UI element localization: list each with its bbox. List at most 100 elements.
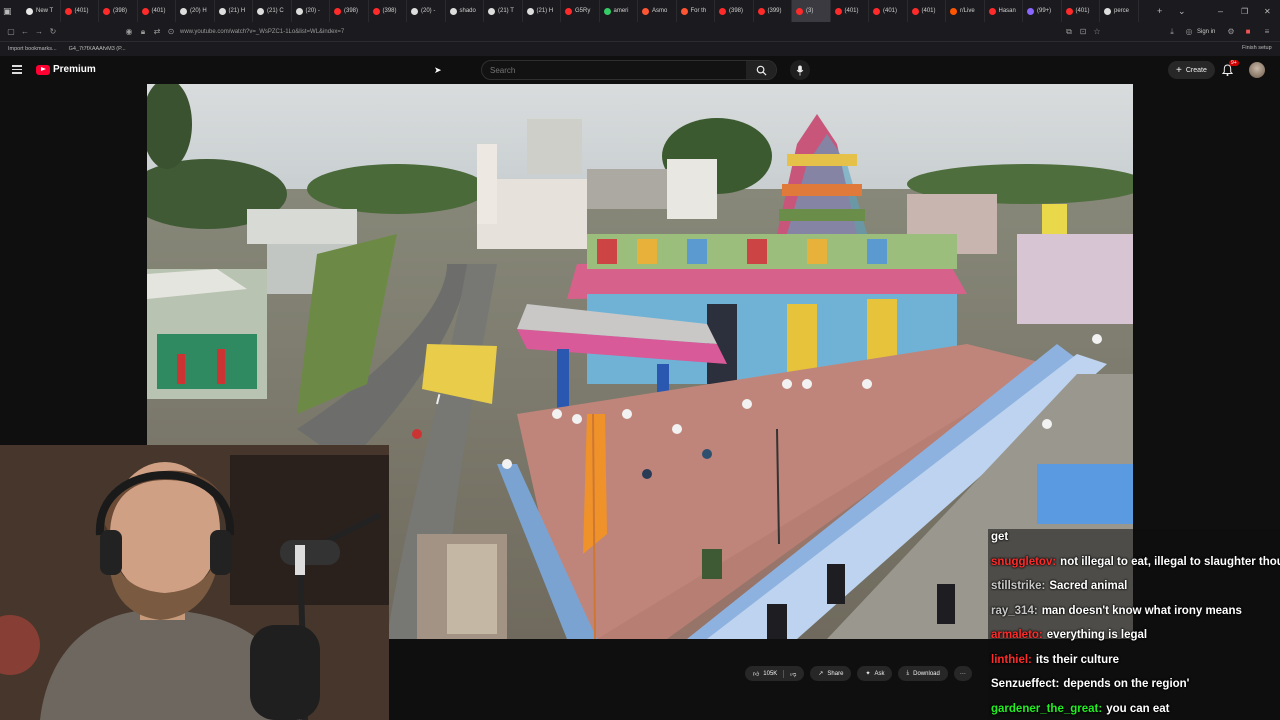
chat-message: gardener_the_great: you can eat: [991, 703, 1170, 715]
extensions-icon[interactable]: ⚙: [1224, 27, 1238, 36]
voice-search-button[interactable]: [790, 60, 810, 80]
close-window-button[interactable]: ✕: [1264, 0, 1271, 22]
extension-badge-icon[interactable]: ■: [1241, 27, 1255, 36]
browser-tab[interactable]: (399): [754, 0, 792, 22]
forward-button[interactable]: →: [32, 27, 46, 36]
ask-label: Ask: [874, 670, 885, 677]
browser-tab[interactable]: For th: [677, 0, 715, 22]
search-button[interactable]: [746, 61, 776, 79]
screenshot-icon[interactable]: ⧉: [1062, 27, 1076, 37]
thumbs-down-icon: 👎︎: [790, 671, 797, 678]
tab-favicon-icon: [334, 7, 341, 15]
sidebar-toggle-icon[interactable]: ▢: [4, 27, 18, 36]
url-field[interactable]: www.youtube.com/watch?v=_WsPZC1-1Lo&list…: [180, 29, 344, 35]
share-button[interactable]: ↗ Share: [810, 666, 852, 681]
site-info-icon[interactable]: ⇄: [150, 27, 164, 36]
tab-label: G5Ry: [575, 8, 591, 14]
browser-tab[interactable]: (398): [715, 0, 754, 22]
browser-tab[interactable]: (401): [61, 0, 99, 22]
browser-tab[interactable]: (20) H: [176, 0, 215, 22]
like-count: 105K: [763, 670, 778, 677]
browser-tab[interactable]: (401): [831, 0, 869, 22]
tab-label: (398): [729, 8, 744, 14]
browser-tab[interactable]: (21) H: [215, 0, 253, 22]
tab-label: For th: [690, 8, 707, 14]
browser-tab[interactable]: shado: [446, 0, 484, 22]
tab-label: (20) H: [190, 8, 207, 14]
browser-tab[interactable]: r/Live: [946, 0, 985, 22]
tab-favicon-icon: [950, 7, 957, 15]
browser-tab[interactable]: (401): [138, 0, 176, 22]
hamburger-menu-icon[interactable]: [12, 65, 22, 74]
chat-username: Senzueffect:: [991, 678, 1060, 690]
more-actions-button[interactable]: ···: [953, 666, 972, 681]
browser-tab[interactable]: (3): [792, 0, 831, 22]
tab-favicon-icon: [988, 7, 996, 15]
tab-favicon-icon: [1104, 7, 1111, 15]
minimize-button[interactable]: –: [1218, 0, 1223, 22]
browser-tab[interactable]: (21) H: [523, 0, 561, 22]
browser-tab[interactable]: Hasan: [985, 0, 1023, 22]
browser-tab[interactable]: (398): [330, 0, 369, 22]
browser-tab[interactable]: (401): [908, 0, 946, 22]
browser-tab[interactable]: perce: [1100, 0, 1139, 22]
menu-icon[interactable]: ≡: [1260, 27, 1274, 36]
browser-tab[interactable]: (21) T: [484, 0, 523, 22]
browser-tab[interactable]: (20) -: [292, 0, 330, 22]
notifications-button[interactable]: 9+: [1221, 60, 1239, 81]
avatar[interactable]: [1249, 62, 1265, 78]
chat-username: snuggletov:: [991, 555, 1057, 568]
tab-search-icon[interactable]: ⌄: [1178, 0, 1186, 22]
browser-tab[interactable]: Asmo: [638, 0, 677, 22]
import-bookmarks-link[interactable]: Import bookmarks...: [8, 46, 57, 52]
tab-favicon-icon: [1065, 7, 1073, 15]
lock-icon[interactable]: 🔒︎: [136, 27, 150, 37]
browser-tab[interactable]: New T: [22, 0, 61, 22]
browser-tab[interactable]: (398): [369, 0, 407, 22]
tab-favicon-icon: [719, 7, 726, 15]
account-icon[interactable]: ◎: [1182, 27, 1196, 36]
tab-favicon-icon: [257, 7, 264, 15]
tab-favicon-icon: [911, 7, 919, 15]
tab-label: ameri: [613, 8, 629, 14]
browser-tab[interactable]: (99+): [1023, 0, 1062, 22]
finish-setup-link[interactable]: Finish setup: [1242, 45, 1272, 51]
sign-in-link[interactable]: Sign in: [1197, 29, 1215, 35]
microphone-icon: [796, 64, 804, 76]
back-button[interactable]: ←: [18, 27, 32, 36]
picture-in-picture-icon[interactable]: ⊡: [1076, 27, 1090, 36]
tab-favicon-icon: [603, 7, 611, 15]
like-button[interactable]: 👍︎ 105K 👎︎: [745, 666, 805, 681]
search-input[interactable]: [490, 66, 730, 75]
tab-list: New T (401) (398) (401) (20) H (21) H (21) C (2…: [22, 0, 1139, 22]
browser-tab[interactable]: G5Ry: [561, 0, 600, 22]
screen: ▣ New T (401) (398) (401) (20) H (21) H (21) C…: [0, 0, 1280, 720]
bookmark-item[interactable]: G4_7t7fXAAAfvM3 (P...: [69, 46, 126, 52]
create-button[interactable]: + Create: [1168, 61, 1215, 79]
browser-tab[interactable]: (398): [99, 0, 138, 22]
shield-icon[interactable]: ◉: [122, 27, 136, 36]
tab-label: (21) C: [267, 8, 284, 14]
reload-button[interactable]: ↻: [46, 27, 60, 36]
chat-message: armaleto: everything is legal: [991, 629, 1147, 641]
browser-tab[interactable]: (401): [1062, 0, 1100, 22]
permissions-icon[interactable]: ⊙: [164, 27, 178, 36]
bookmark-star-icon[interactable]: ☆: [1090, 27, 1104, 36]
webcam-overlay: [0, 445, 389, 720]
tab-label: (401): [151, 8, 166, 14]
browser-tab[interactable]: (20) -: [407, 0, 446, 22]
new-tab-button[interactable]: +: [1157, 0, 1162, 22]
tab-menu-icon[interactable]: ▣: [3, 0, 15, 22]
download-button[interactable]: ⤓ Download: [898, 666, 948, 681]
downloads-icon[interactable]: ⤓: [1165, 27, 1179, 37]
browser-tab[interactable]: (21) C: [253, 0, 292, 22]
browser-tab[interactable]: (401): [869, 0, 908, 22]
maximize-button[interactable]: ❐: [1241, 0, 1248, 22]
chat-message: stillstrike: Sacred animal: [991, 580, 1127, 592]
ask-button[interactable]: ✦ Ask: [857, 666, 893, 681]
dislike-button[interactable]: 👎︎: [783, 669, 797, 678]
browser-tab[interactable]: ameri: [600, 0, 638, 22]
tab-favicon-icon: [834, 7, 842, 15]
tab-label: Asmo: [652, 8, 668, 14]
youtube-logo[interactable]: Premium: [36, 64, 96, 75]
